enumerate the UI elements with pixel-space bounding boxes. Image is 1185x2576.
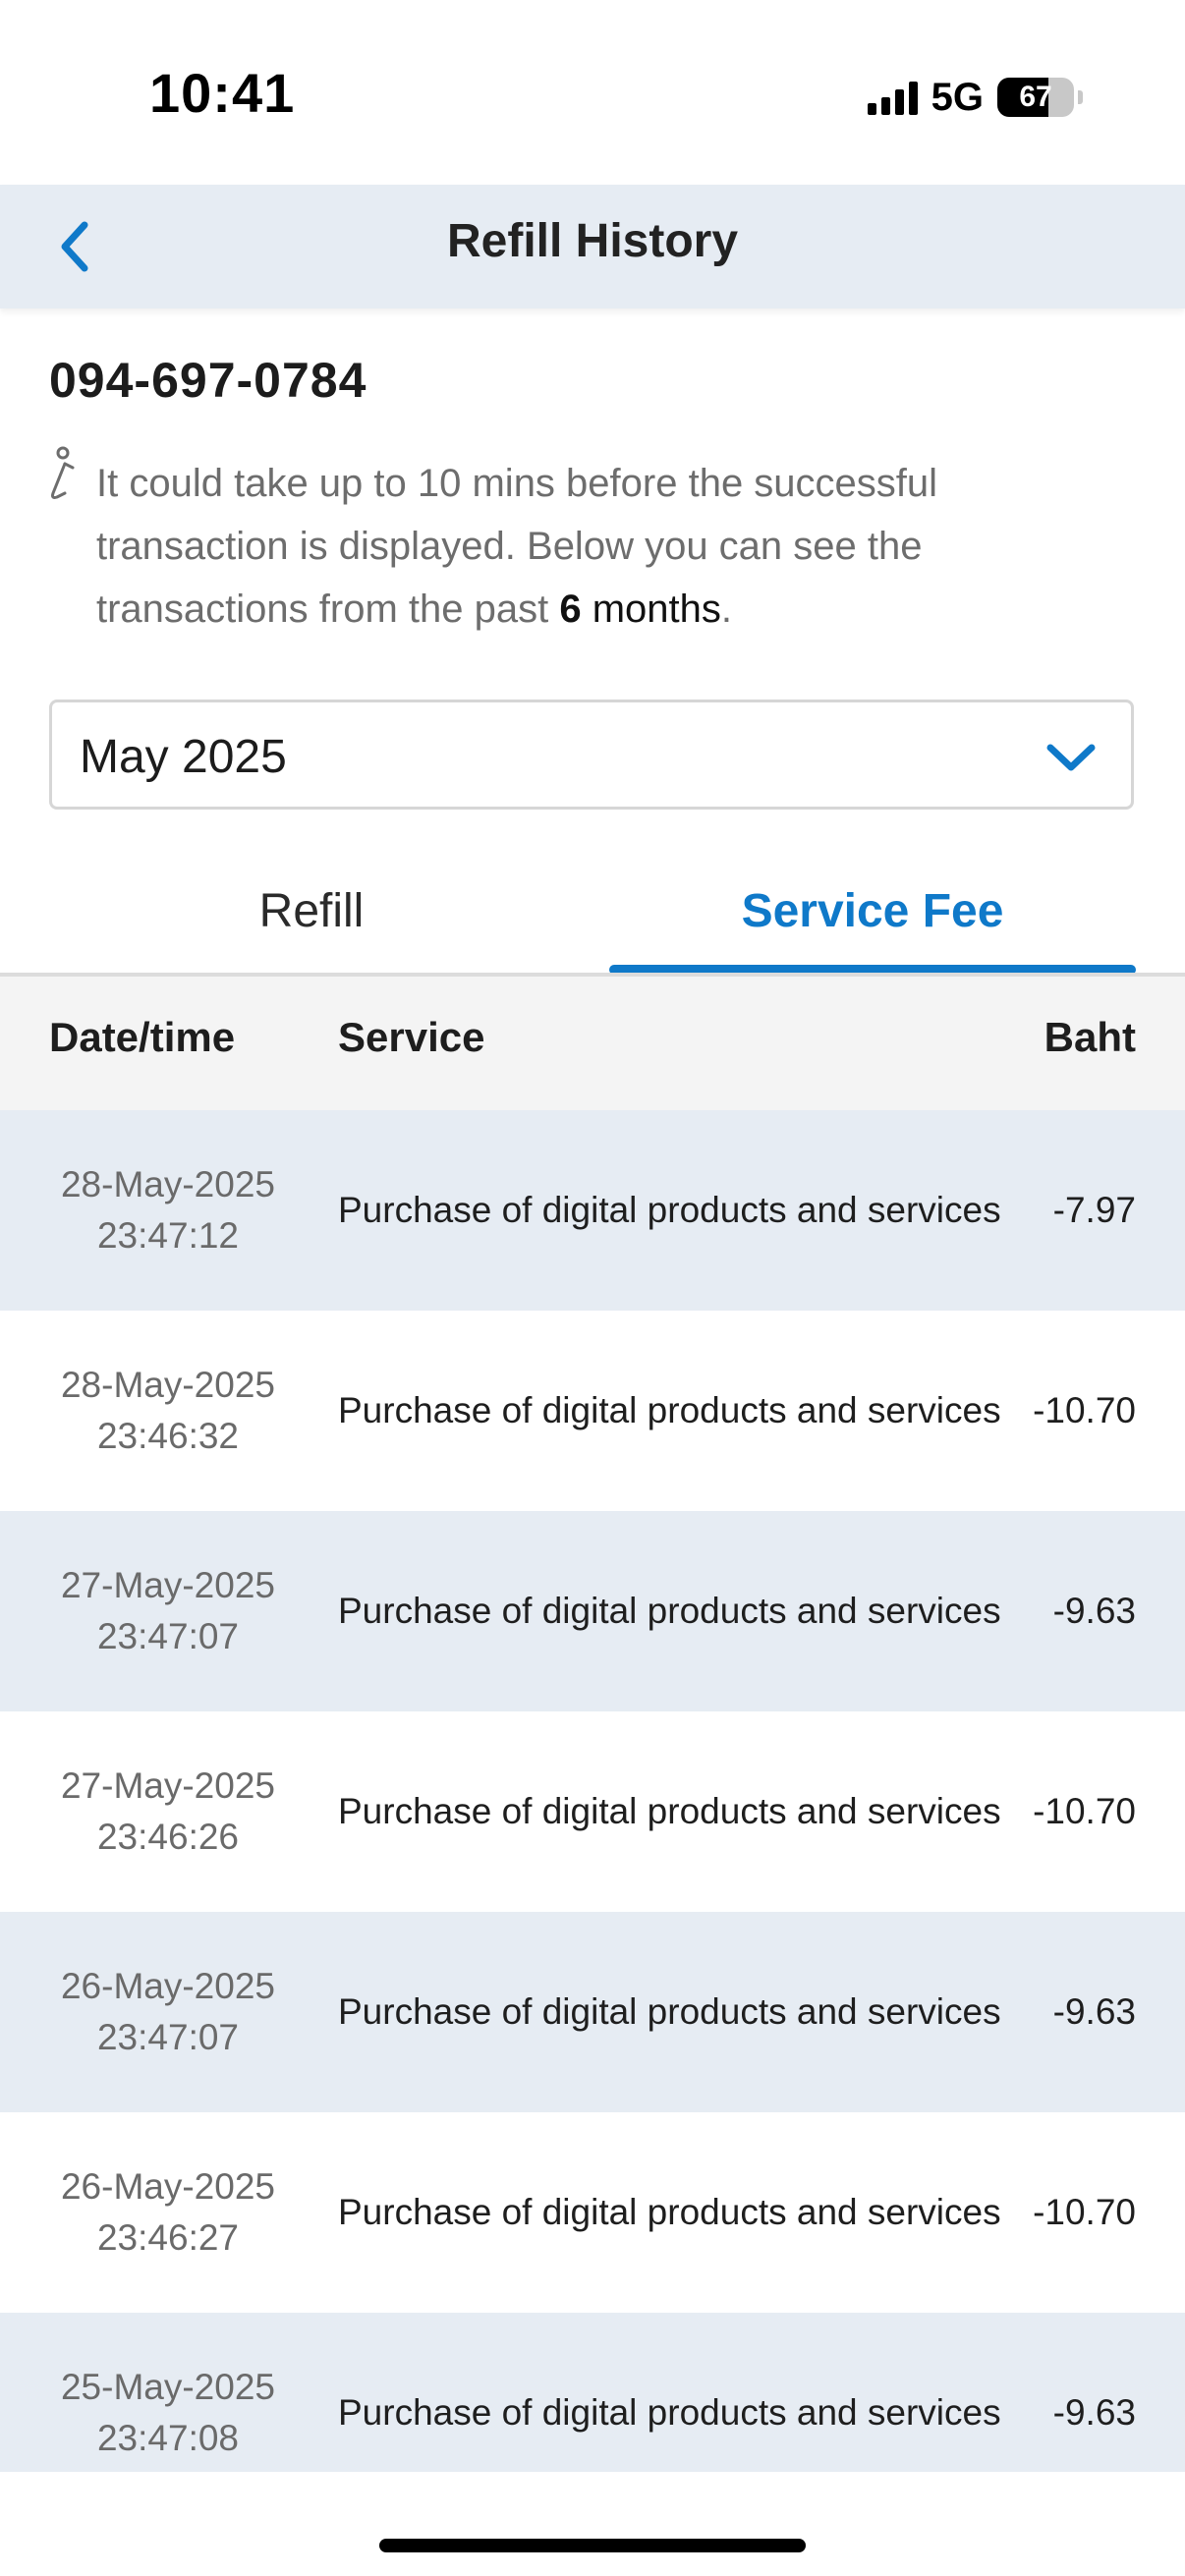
row-amount: -9.63 bbox=[1052, 1591, 1136, 1631]
row-datetime: 26-May-2025 23:47:07 bbox=[39, 1912, 297, 2112]
row-date: 25-May-2025 bbox=[60, 2367, 275, 2407]
row-amount: -9.63 bbox=[1052, 1991, 1136, 2032]
table-row: 27-May-2025 23:47:07 Purchase of digital… bbox=[0, 1511, 1185, 1711]
nav-header: Refill History bbox=[0, 185, 1185, 308]
page-title: Refill History bbox=[446, 215, 739, 267]
row-datetime: 27-May-2025 23:47:07 bbox=[39, 1511, 297, 1711]
info-icon bbox=[51, 446, 75, 499]
row-date: 27-May-2025 bbox=[60, 1765, 275, 1806]
tab-bar: Refill Service Fee bbox=[0, 847, 1185, 975]
row-date: 26-May-2025 bbox=[60, 2166, 275, 2207]
row-amount: -10.70 bbox=[1033, 2192, 1136, 2232]
row-time: 23:47:08 bbox=[96, 2418, 240, 2458]
row-time: 23:47:07 bbox=[96, 2017, 240, 2057]
home-indicator[interactable] bbox=[379, 2539, 806, 2552]
row-date: 27-May-2025 bbox=[60, 1565, 275, 1605]
transaction-table: 28-May-2025 23:47:12 Purchase of digital… bbox=[0, 1110, 1185, 2513]
column-header-date: Date/time bbox=[49, 1014, 236, 1060]
row-datetime: 28-May-2025 23:47:12 bbox=[39, 1110, 297, 1311]
row-service: Purchase of digital products and service… bbox=[338, 1190, 1001, 1230]
row-service: Purchase of digital products and service… bbox=[338, 2192, 1001, 2232]
row-service: Purchase of digital products and service… bbox=[338, 1390, 1001, 1430]
row-time: 23:47:12 bbox=[96, 1215, 240, 1256]
row-service: Purchase of digital products and service… bbox=[338, 1991, 1001, 2032]
row-service: Purchase of digital products and service… bbox=[338, 1591, 1001, 1631]
status-bar: 10:41 5G 67 bbox=[0, 0, 1185, 185]
info-months-count: 6 bbox=[559, 588, 582, 631]
info-text-end: . bbox=[720, 588, 732, 631]
battery-percentage: 67 bbox=[1019, 81, 1052, 113]
row-time: 23:46:32 bbox=[96, 1416, 240, 1456]
month-dropdown-value: May 2025 bbox=[80, 731, 287, 783]
row-amount: -10.70 bbox=[1033, 1791, 1136, 1831]
row-date: 28-May-2025 bbox=[60, 1365, 275, 1405]
row-time: 23:47:07 bbox=[96, 1616, 240, 1656]
info-text-main: It could take up to 10 mins before the s… bbox=[96, 462, 938, 631]
row-time: 23:46:26 bbox=[96, 1817, 240, 1857]
status-indicators: 5G 67 bbox=[867, 69, 1083, 126]
info-text: It could take up to 10 mins before the s… bbox=[96, 452, 1118, 641]
bottom-safe-area bbox=[0, 2472, 1185, 2576]
network-type: 5G bbox=[931, 75, 984, 119]
table-row: 28-May-2025 23:46:32 Purchase of digital… bbox=[0, 1311, 1185, 1511]
column-header-amount: Baht bbox=[1044, 1014, 1136, 1060]
row-datetime: 28-May-2025 23:46:32 bbox=[39, 1311, 297, 1511]
row-datetime: 27-May-2025 23:46:26 bbox=[39, 1711, 297, 1912]
table-row: 26-May-2025 23:47:07 Purchase of digital… bbox=[0, 1912, 1185, 2112]
month-dropdown[interactable]: May 2025 bbox=[49, 700, 1134, 810]
table-row: 27-May-2025 23:46:26 Purchase of digital… bbox=[0, 1711, 1185, 1912]
table-row: 26-May-2025 23:46:27 Purchase of digital… bbox=[0, 2112, 1185, 2313]
row-service: Purchase of digital products and service… bbox=[338, 1791, 1001, 1831]
row-amount: -7.97 bbox=[1052, 1190, 1136, 1230]
cellular-signal-icon bbox=[867, 80, 918, 115]
phone-number: 094-697-0784 bbox=[49, 353, 367, 408]
battery-icon: 67 bbox=[997, 78, 1074, 117]
tab-refill[interactable]: Refill bbox=[49, 847, 574, 975]
signal-bar bbox=[894, 89, 904, 115]
signal-bar bbox=[867, 103, 876, 115]
table-header: Date/time Service Baht bbox=[0, 977, 1185, 1110]
row-date: 28-May-2025 bbox=[60, 1164, 275, 1204]
row-time: 23:46:27 bbox=[96, 2217, 240, 2258]
status-time: 10:41 bbox=[149, 62, 296, 124]
tab-service-fee[interactable]: Service Fee bbox=[609, 847, 1136, 975]
info-months-label: months bbox=[581, 588, 721, 631]
battery-cap bbox=[1078, 90, 1083, 104]
signal-bar bbox=[908, 82, 918, 115]
column-header-service: Service bbox=[338, 1014, 485, 1060]
row-datetime: 26-May-2025 23:46:27 bbox=[39, 2112, 297, 2313]
table-row: 28-May-2025 23:47:12 Purchase of digital… bbox=[0, 1110, 1185, 1311]
row-amount: -10.70 bbox=[1033, 1390, 1136, 1430]
row-date: 26-May-2025 bbox=[60, 1966, 275, 2006]
signal-bar bbox=[880, 97, 890, 115]
chevron-down-icon bbox=[1046, 744, 1096, 771]
